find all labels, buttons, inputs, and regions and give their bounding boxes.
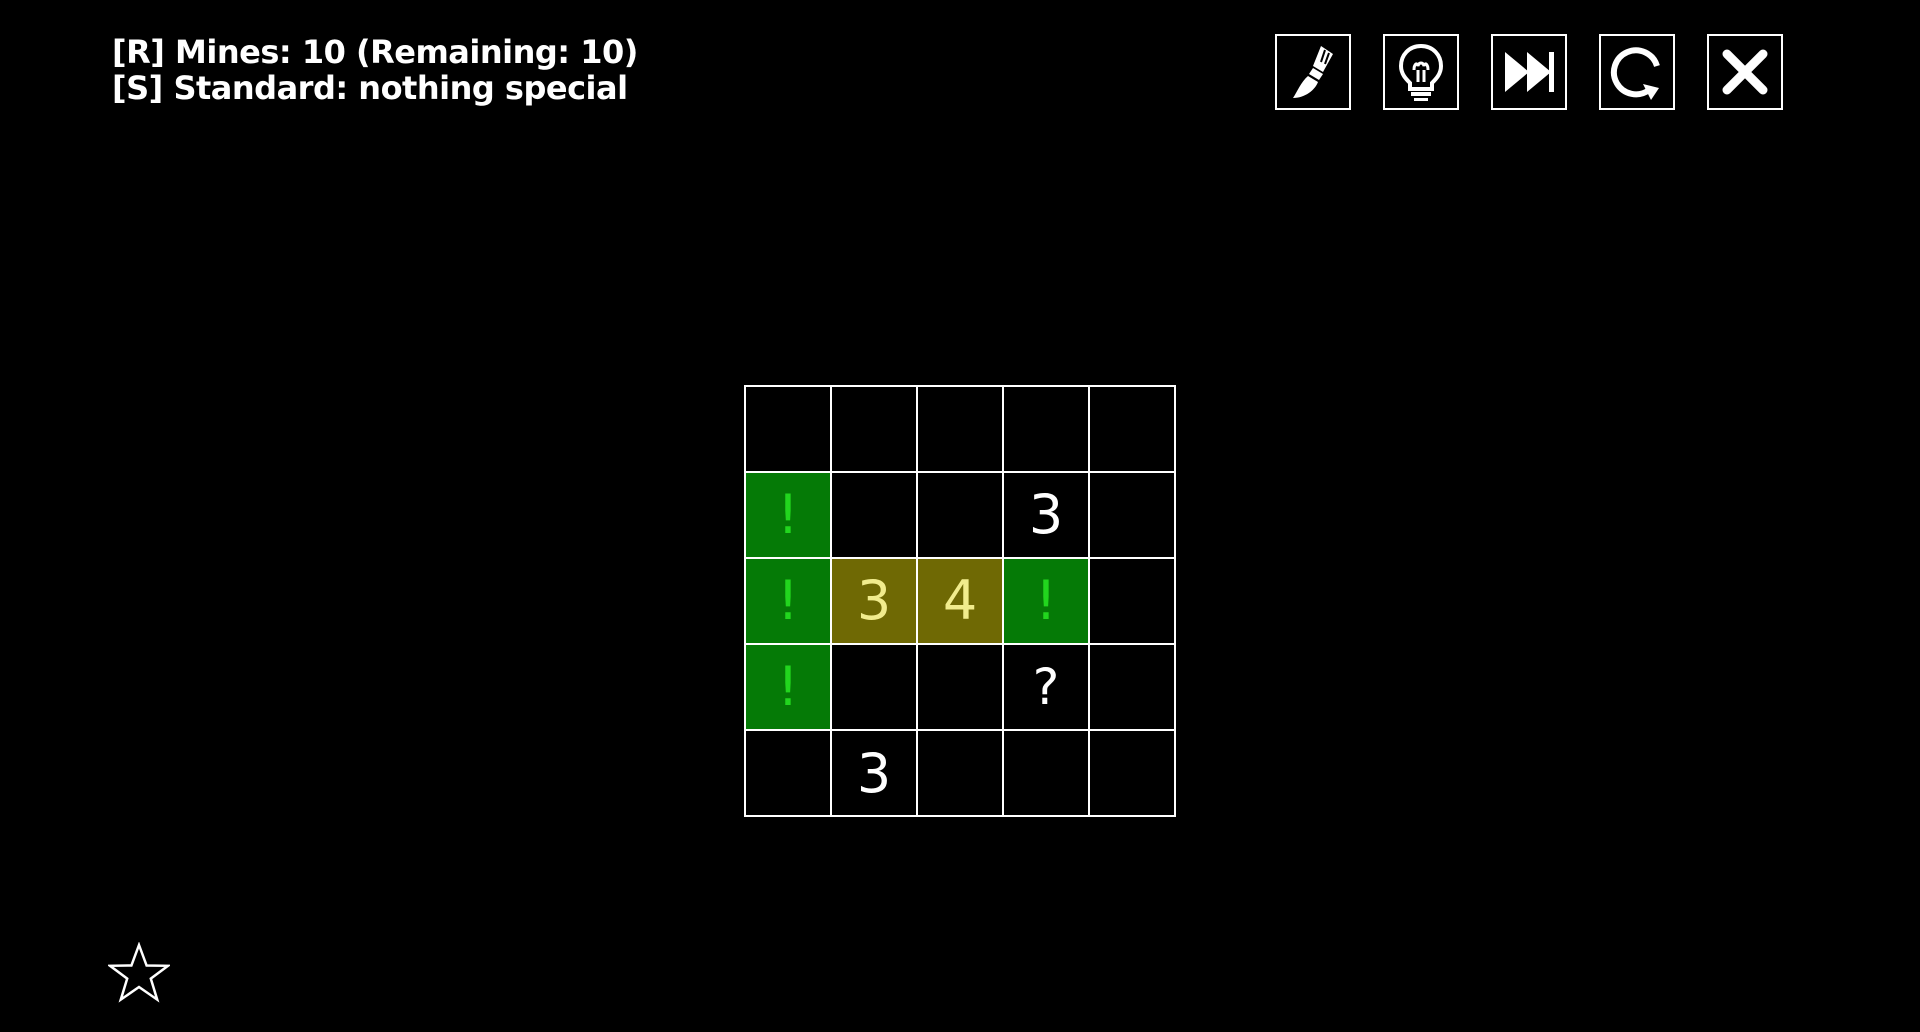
- board-cell[interactable]: [918, 731, 1004, 817]
- board-cell[interactable]: [918, 387, 1004, 473]
- close-icon: [1722, 49, 1768, 95]
- board-cell[interactable]: !: [746, 473, 832, 559]
- board-cell[interactable]: 3: [1004, 473, 1090, 559]
- board-cell[interactable]: [832, 645, 918, 731]
- board-cell[interactable]: 3: [832, 559, 918, 645]
- board-cell[interactable]: 4: [918, 559, 1004, 645]
- restart-icon: [1610, 47, 1660, 100]
- board-cell[interactable]: [746, 731, 832, 817]
- close-button[interactable]: [1707, 34, 1783, 110]
- skip-button[interactable]: [1491, 34, 1567, 110]
- hint-button[interactable]: [1383, 34, 1459, 110]
- board-cell[interactable]: !: [746, 645, 832, 731]
- star-outline-icon: [108, 942, 170, 1003]
- board-cell[interactable]: [746, 387, 832, 473]
- board-cell[interactable]: [1090, 645, 1176, 731]
- brush-button[interactable]: [1275, 34, 1351, 110]
- board-cell[interactable]: [1004, 731, 1090, 817]
- rule-info-text: [S] Standard: nothing special: [112, 69, 628, 107]
- board-cell[interactable]: [1090, 473, 1176, 559]
- board-cell[interactable]: [918, 473, 1004, 559]
- board-cell[interactable]: !: [1004, 559, 1090, 645]
- board-cell[interactable]: ?: [1004, 645, 1090, 731]
- board-cell[interactable]: [1090, 559, 1176, 645]
- puzzle-info: [R] Mines: 10 (Remaining: 10) [S] Standa…: [112, 34, 638, 106]
- board-cell[interactable]: 3: [832, 731, 918, 817]
- game-screen: [R] Mines: 10 (Remaining: 10) [S] Standa…: [0, 0, 1920, 1032]
- board-cell[interactable]: [832, 387, 918, 473]
- board-cell[interactable]: [1090, 387, 1176, 473]
- board-cell[interactable]: !: [746, 559, 832, 645]
- minesweeper-board: ! 3! 3 4!!? 3: [744, 385, 1176, 817]
- restart-button[interactable]: [1599, 34, 1675, 110]
- board-cell[interactable]: [1004, 387, 1090, 473]
- board-cell[interactable]: [832, 473, 918, 559]
- fast-forward-icon: [1505, 52, 1554, 92]
- board-cell[interactable]: [918, 645, 1004, 731]
- favorite-button[interactable]: [108, 942, 170, 1004]
- mines-info-text: [R] Mines: 10 (Remaining: 10): [112, 33, 638, 71]
- board-cell[interactable]: [1090, 731, 1176, 817]
- toolbar: [1275, 34, 1783, 110]
- paintbrush-icon: [1293, 46, 1333, 98]
- lightbulb-icon: [1398, 43, 1444, 101]
